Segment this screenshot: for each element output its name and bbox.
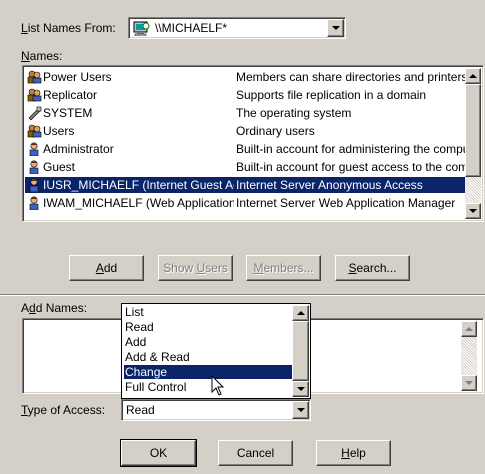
user-icon (27, 142, 42, 157)
dropdown-scroll-down-button[interactable] (292, 381, 309, 397)
names-scroll-down-button[interactable] (465, 203, 481, 219)
account-name: IWAM_MICHAELF (Web Application Manager) (43, 196, 234, 210)
list-names-from-dropdown-button[interactable] (327, 19, 344, 37)
chevron-down-icon (296, 408, 305, 412)
names-list-row[interactable]: Guest Built-in account for guest access t… (25, 159, 465, 175)
names-list-row[interactable]: SYSTEM The operating system (25, 105, 465, 121)
names-list-row[interactable]: IUSR_MICHAELF (Internet Guest Account)In… (25, 177, 465, 193)
user-icon (27, 160, 42, 175)
computer-icon (133, 21, 150, 36)
add-names-scroll-up-button[interactable] (461, 321, 477, 337)
group-icon (27, 70, 42, 84)
account-description: Internet Server Anonymous Access (236, 178, 423, 192)
list-names-from-combo[interactable]: \\MICHAELF* (128, 17, 346, 39)
names-list-viewport: Power Users Members can share directories… (25, 69, 465, 219)
arrow-down-icon (465, 381, 473, 385)
dropdown-option[interactable]: List (124, 305, 292, 319)
account-description: The operating system (236, 106, 352, 120)
list-names-from-label: List Names From: (21, 21, 116, 35)
type-of-access-label: Type of Access: (21, 403, 106, 417)
user-icon (27, 196, 42, 211)
arrow-up-icon (469, 74, 477, 78)
account-description: Built-in account for guest access to the… (236, 160, 465, 174)
names-list-row[interactable]: Replicator Supports file replication in a… (25, 87, 465, 103)
arrow-up-icon (465, 327, 473, 331)
mouse-cursor-icon (211, 375, 225, 396)
help-button[interactable]: Help (316, 440, 391, 466)
account-name: SYSTEM (43, 106, 93, 120)
dropdown-option[interactable]: Add (124, 335, 292, 349)
search-button[interactable]: Search... (335, 255, 410, 281)
dropdown-scroll-up-button[interactable] (292, 305, 309, 321)
names-list-row[interactable]: Users Ordinary users (25, 123, 465, 139)
names-label: Names: (21, 49, 63, 63)
members-button[interactable]: Members... (246, 255, 321, 281)
account-name: Power Users (43, 70, 112, 84)
user-icon (27, 178, 42, 193)
type-of-access-dropdown-button[interactable] (292, 401, 309, 419)
dropdown-option[interactable]: Change (124, 365, 292, 379)
arrow-down-icon (469, 209, 477, 213)
account-name: IUSR_MICHAELF (Internet Guest Account) (43, 178, 234, 192)
dropdown-scroll-thumb[interactable] (292, 321, 309, 381)
add-names-scroll-down-button[interactable] (461, 375, 477, 391)
dropdown-option[interactable]: Add & Read (124, 350, 292, 364)
type-of-access-value: Read (126, 403, 155, 417)
account-description: Members can share directories and printe… (236, 70, 465, 84)
names-list[interactable]: Power Users Members can share directories… (22, 65, 484, 222)
ok-button[interactable]: OK (120, 439, 197, 467)
group-icon (27, 124, 42, 138)
account-name: Users (43, 124, 75, 138)
names-list-row[interactable]: Power Users Members can share directories… (25, 69, 465, 85)
group-icon (27, 88, 42, 102)
account-description: Internet Server Web Application Manager (236, 196, 456, 210)
account-description: Supports file replication in a domain (236, 88, 427, 102)
separator (0, 294, 485, 296)
names-scroll-up-button[interactable] (465, 68, 481, 84)
names-list-row[interactable]: IWAM_MICHAELF (Web Application Manager)I… (25, 195, 465, 211)
account-name: Administrator (43, 142, 114, 156)
names-list-row[interactable]: Administrator Built-in account for admini… (25, 141, 465, 157)
arrow-up-icon (296, 311, 305, 315)
system-icon (27, 106, 42, 121)
chevron-down-icon (331, 26, 340, 30)
arrow-down-icon (296, 387, 305, 391)
show-users-button[interactable]: Show Users (158, 255, 233, 281)
add-names-label: Add Names: (21, 301, 88, 315)
account-name: Guest (43, 160, 76, 174)
cancel-button[interactable]: Cancel (218, 440, 293, 466)
names-scroll-thumb[interactable] (465, 84, 481, 177)
account-name: Replicator (43, 88, 98, 102)
dropdown-option[interactable]: Full Control (124, 380, 292, 394)
list-names-from-value: \\MICHAELF* (155, 21, 228, 35)
type-of-access-combo[interactable]: Read (121, 399, 311, 421)
account-description: Built-in account for administering the c… (236, 142, 465, 156)
add-button[interactable]: Add (69, 255, 144, 281)
dropdown-option[interactable]: Read (124, 320, 292, 334)
account-description: Ordinary users (236, 124, 315, 138)
